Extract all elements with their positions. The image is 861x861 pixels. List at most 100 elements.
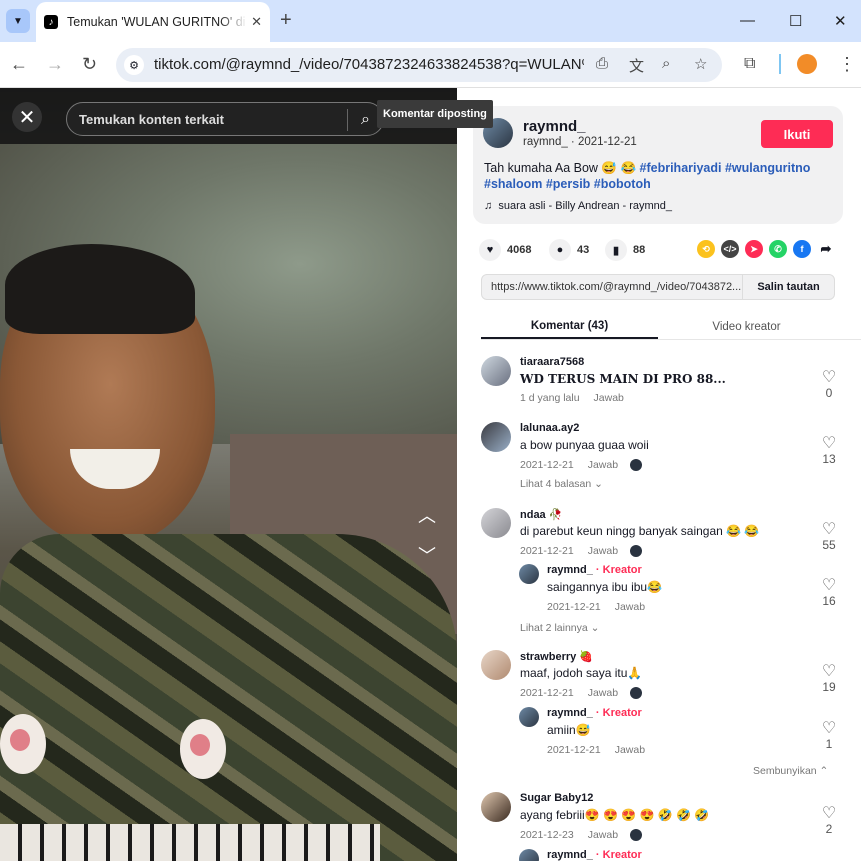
view-more-replies-button[interactable]: Lihat 2 lainnya ⌄ — [520, 622, 599, 634]
reload-icon[interactable]: ↻ — [82, 54, 97, 74]
comment-like[interactable]: ♡ 19 — [817, 664, 841, 695]
profile-avatar[interactable] — [797, 54, 817, 74]
bookmark-star-icon[interactable]: ☆ — [694, 55, 707, 73]
menu-kebab-icon[interactable]: ⋮ — [838, 54, 856, 74]
close-tab-icon[interactable]: ✕ — [251, 14, 262, 30]
forward-icon[interactable]: → — [46, 54, 64, 74]
comment-text: ayang febriii😍 😍 😍 😍 🤣 🤣 🤣 — [520, 808, 710, 822]
next-video-icon[interactable]: ﹀ — [414, 542, 440, 568]
follow-button[interactable]: Ikuti — [761, 120, 833, 148]
address-bar-row: ← → ↻ ⚙ tiktok.com/@raymnd_/video/704387… — [0, 42, 861, 88]
comment-text: WD TERUS MAIN DI PRO 88... — [520, 372, 726, 386]
comment-panel: raymnd_ raymnd_ · 2021-12-21 Ikuti Tah k… — [457, 88, 861, 861]
reply-button[interactable]: Jawab — [588, 829, 618, 841]
tab-search-button[interactable]: ▼ — [6, 9, 30, 33]
avatar[interactable] — [481, 356, 511, 386]
comment-text: di parebut keun ningg banyak saingan 😂 😂 — [520, 524, 760, 538]
comment-user[interactable]: ndaa 🥀 — [520, 508, 562, 521]
reply-button[interactable]: Jawab — [588, 545, 618, 557]
heart-outline-icon: ♡ — [821, 435, 837, 452]
comment-user[interactable]: strawberry 🍓 — [520, 650, 593, 663]
comment-user[interactable]: lalunaa.ay2 — [520, 422, 579, 434]
reply-button[interactable]: Jawab — [594, 392, 624, 404]
music-row[interactable]: ♫ suara asli - Billy Andrean - raymnd_ — [484, 200, 672, 212]
close-video-icon[interactable]: ✕ — [12, 102, 42, 132]
comment-like[interactable]: ♡ 1 — [817, 721, 841, 752]
comment-meta: 2021-12-21 Jawab — [520, 459, 643, 472]
reply-button[interactable]: Jawab — [588, 687, 618, 699]
hashtag[interactable]: #wulanguritno — [725, 161, 810, 175]
hide-replies-button[interactable]: Sembunyikan ⌃ — [753, 765, 828, 777]
omnibox[interactable]: ⚙ tiktok.com/@raymnd_/video/704387232463… — [116, 48, 722, 82]
avatar[interactable] — [519, 849, 539, 861]
hashtag[interactable]: #shaloom — [484, 177, 542, 191]
comment-button[interactable]: ● 43 — [549, 238, 589, 262]
comment-user[interactable]: Sugar Baby12 — [520, 792, 593, 804]
comment-user[interactable]: tiaraara7568 — [520, 356, 584, 368]
comment-user[interactable]: raymnd_ · Kreator — [547, 849, 642, 861]
share-icon[interactable]: ➦ — [817, 240, 835, 258]
comment-meta: 1 d yang lalu Jawab — [520, 392, 624, 404]
comment-like[interactable]: ♡ 13 — [817, 435, 841, 467]
video-link[interactable]: https://www.tiktok.com/@raymnd_/video/70… — [491, 281, 751, 293]
browser-tab[interactable]: ♪ Temukan 'WULAN GURITNO' di TikTok ✕ — [36, 2, 270, 42]
comment-user[interactable]: raymnd_ · Kreator — [547, 564, 642, 576]
comment-meta: 2021-12-21 Jawab — [547, 744, 646, 756]
avatar[interactable] — [519, 707, 539, 727]
comment-user[interactable]: raymnd_ · Kreator — [547, 707, 642, 719]
like-button[interactable]: ♥ 4068 — [479, 238, 531, 262]
view-replies-button[interactable]: Lihat 4 balasan ⌄ — [520, 478, 603, 490]
extensions-icon[interactable]: ⧉ — [744, 54, 755, 74]
comment-text: amiin😅 — [547, 723, 591, 737]
site-info-icon[interactable]: ⚙ — [124, 55, 144, 75]
back-icon[interactable]: ← — [10, 54, 28, 74]
translate-icon[interactable]: 文 — [629, 55, 644, 76]
install-app-icon[interactable]: ⎙ — [596, 55, 608, 72]
reply-item: raymnd_ · Kreator — [519, 849, 841, 861]
comment-like[interactable]: ♡ 16 — [817, 577, 841, 609]
save-button[interactable]: ▮ 88 — [605, 238, 645, 262]
comment-like[interactable]: ♡ 2 — [817, 805, 841, 837]
avatar[interactable] — [519, 564, 539, 584]
avatar[interactable] — [481, 422, 511, 452]
bookmark-icon: ▮ — [605, 239, 627, 261]
repost-icon[interactable]: ⟲ — [697, 240, 715, 258]
avatar[interactable] — [481, 650, 511, 680]
hashtag[interactable]: #bobotoh — [594, 177, 651, 191]
send-icon[interactable]: ➤ — [745, 240, 763, 258]
copy-link-button[interactable]: Salin tautan — [742, 275, 834, 299]
comment-text: a bow punyaa guaa woii — [520, 438, 649, 452]
hashtag[interactable]: #febrihariyadi — [640, 161, 722, 175]
reply-button[interactable]: Jawab — [615, 601, 645, 613]
zoom-icon[interactable]: ⌕ — [662, 55, 670, 72]
music-title[interactable]: suara asli - Billy Andrean - raymnd_ — [498, 200, 672, 212]
minimize-icon[interactable]: — — [740, 12, 755, 29]
avatar[interactable] — [481, 508, 511, 538]
comment-like[interactable]: ♡ 0 — [817, 370, 841, 401]
hashtag[interactable]: #persib — [546, 177, 590, 191]
whatsapp-icon[interactable]: ✆ — [769, 240, 787, 258]
heart-outline-icon: ♡ — [821, 805, 837, 822]
avatar[interactable] — [481, 792, 511, 822]
reply-button[interactable]: Jawab — [588, 459, 618, 471]
post-description: Tah kumaha Aa Bow 😅 😂 #febrihariyadi #wu… — [484, 161, 811, 191]
facebook-icon[interactable]: f — [793, 240, 811, 258]
tab-comments[interactable]: Komentar (43) — [481, 314, 658, 339]
comment-item: lalunaa.ay2 a bow punyaa guaa woii 2021-… — [481, 422, 841, 492]
new-tab-icon[interactable]: + — [280, 10, 292, 30]
reply-button[interactable]: Jawab — [615, 744, 645, 756]
maximize-icon[interactable]: ☐ — [789, 12, 802, 30]
video-frame — [0, 144, 457, 861]
url-text[interactable]: tiktok.com/@raymnd_/video/70438723246338… — [154, 56, 584, 73]
window-close-icon[interactable]: ✕ — [834, 12, 847, 30]
author-name[interactable]: raymnd_ — [523, 118, 586, 135]
comment-like[interactable]: ♡ 55 — [817, 522, 841, 553]
tab-creator-videos[interactable]: Video kreator — [658, 314, 835, 339]
comment-icon: ● — [549, 239, 571, 261]
related-search-input[interactable]: Temukan konten terkait ⌕ — [66, 102, 384, 136]
embed-icon[interactable]: </> — [721, 240, 739, 258]
heart-outline-icon: ♡ — [821, 577, 837, 594]
video-player[interactable]: ✕ Temukan konten terkait ⌕ ︿ ﹀ — [0, 88, 457, 861]
previous-video-icon[interactable]: ︿ — [414, 502, 440, 528]
creator-liked-avatar — [630, 545, 643, 558]
